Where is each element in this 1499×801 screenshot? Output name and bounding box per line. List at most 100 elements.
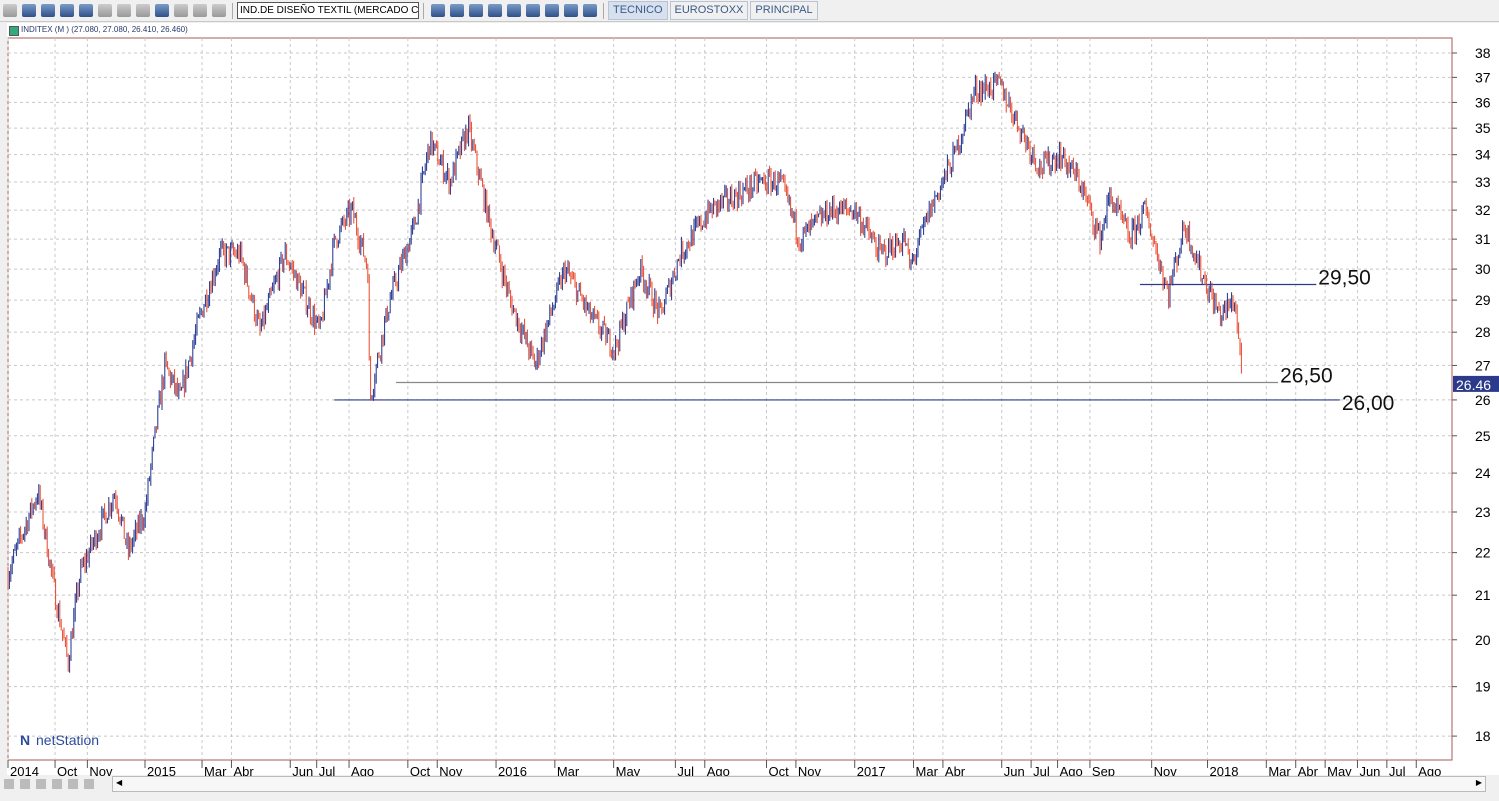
y-tick-label: 26 [1475,392,1491,408]
y-tick-label: 37 [1475,69,1491,85]
x-tick-label: Jun [1359,764,1380,776]
x-tick-label: Mar [557,764,580,776]
series-icon [9,26,19,36]
y-tick-label: 31 [1475,231,1491,247]
table-icon[interactable] [431,4,445,17]
tree-icon[interactable] [117,4,131,17]
level-label: 26,00 [1342,392,1395,415]
tab-principal[interactable]: PRINCIPAL [750,1,818,20]
horizontal-scrollbar[interactable]: ◀ ▶ [112,776,1486,792]
y-tick-label: 20 [1475,632,1491,648]
price-chart[interactable]: 29,50 26,50 26,00 18 19 20 21 22 23 24 25 26 27 28 29 3… [0,22,1499,776]
x-tick-label: May [616,764,641,776]
x-tick-label: Sep [1092,764,1115,776]
y-tick-label: 33 [1475,174,1491,190]
color-icon[interactable] [155,4,169,17]
y-tick-label: 36 [1475,94,1491,110]
y-tick-label: 23 [1475,504,1491,520]
x-tick-label: Ago [707,764,730,776]
edit-icon[interactable] [79,4,93,17]
folder-icon[interactable] [22,4,36,17]
scroll-right-icon[interactable]: ▶ [1476,778,1482,787]
x-tick-label: Nov [1154,764,1178,776]
last-price-label: 26.46 [1456,377,1491,393]
x-tick-label: Jul [677,764,694,776]
save-icon[interactable] [41,4,55,17]
x-tick-label: Abr [1298,764,1319,776]
x-tick-label: Oct [769,764,790,776]
settings-icon[interactable] [4,779,14,789]
y-tick-label: 34 [1475,147,1491,163]
x-tick-label: Oct [57,764,78,776]
y-tick-label: 24 [1475,465,1491,481]
x-tick-label: Mar [1268,764,1291,776]
zoom-reset-icon[interactable] [52,779,62,789]
divider [423,2,424,19]
x-tick-label: Oct [410,764,431,776]
zoom-out-icon[interactable] [68,779,78,789]
x-tick-label: Ago [1060,764,1083,776]
x-tick-label: Mar [916,764,939,776]
open-icon[interactable] [3,4,17,17]
chart-icon[interactable] [488,4,502,17]
x-tick-label: 2016 [498,764,527,776]
y-tick-label: 38 [1475,45,1491,61]
x-tick-label: Nov [439,764,463,776]
y-tick-label: 30 [1475,261,1491,277]
x-tick-label: 2018 [1210,764,1239,776]
tab-eurostoxx[interactable]: EUROSTOXX [669,1,749,20]
y-tick-label: 35 [1475,120,1491,136]
x-tick-label: 2015 [147,764,176,776]
x-tick-label: Jul [1033,764,1050,776]
print-icon[interactable] [60,4,74,17]
y-tick-label: 25 [1475,428,1491,444]
netstation-logo: netStation [36,732,99,748]
help-icon[interactable] [583,4,597,17]
symbol-input[interactable]: IND.DE DISEÑO TEXTIL (MERCADO CONTIN [237,2,419,19]
y-tick-label: 27 [1475,357,1491,373]
line-chart-icon[interactable] [507,4,521,17]
toolbar: IND.DE DISEÑO TEXTIL (MERCADO CONTIN TEC… [0,0,1499,22]
y-tick-label: 32 [1475,202,1491,218]
y-tick-label: 22 [1475,545,1491,561]
y-tick-label: 19 [1475,679,1491,695]
bar-chart-icon[interactable] [526,4,540,17]
x-tick-label: Nov [89,764,113,776]
x-tick-label: 2014 [10,764,39,776]
chart-title: INDITEX (M ) (27.080, 27.080, 26.410, 26… [21,25,188,34]
x-tick-label: Ago [1418,764,1441,776]
x-tick-label: Jun [292,764,313,776]
text-icon[interactable] [174,4,188,17]
copy-icon[interactable] [98,4,112,17]
y-tick-label: 28 [1475,324,1491,340]
search-icon[interactable] [450,4,464,17]
level-label: 26,50 [1280,365,1333,388]
paint-icon[interactable] [136,4,150,17]
tab-tecnico[interactable]: TECNICO [608,1,668,20]
x-tick-label: Abr [945,764,966,776]
settings-icon[interactable] [193,4,207,17]
netstation-logo-icon: N [20,732,30,748]
level-label: 29,50 [1318,266,1371,289]
window-icon[interactable] [545,4,559,17]
divider [232,2,233,19]
divider [603,2,604,19]
split-icon[interactable] [36,779,46,789]
chart-background [7,23,1499,775]
x-tick-label: Nov [798,764,822,776]
x-tick-label: Jun [1004,764,1025,776]
x-tick-label: 2017 [857,764,886,776]
x-tick-label: Abr [233,764,254,776]
zoom-in-icon[interactable] [84,779,94,789]
y-tick-label: 29 [1475,292,1491,308]
x-tick-label: Mar [204,764,227,776]
tools-icon[interactable] [212,4,226,17]
compare-icon[interactable] [564,4,578,17]
fit-icon[interactable] [20,779,30,789]
building-icon[interactable] [469,4,483,17]
x-tick-label: Jul [1389,764,1406,776]
y-tick-label: 18 [1475,728,1491,744]
x-tick-label: Jul [319,764,336,776]
scroll-left-icon[interactable]: ◀ [116,778,122,787]
x-tick-label: May [1327,764,1352,776]
